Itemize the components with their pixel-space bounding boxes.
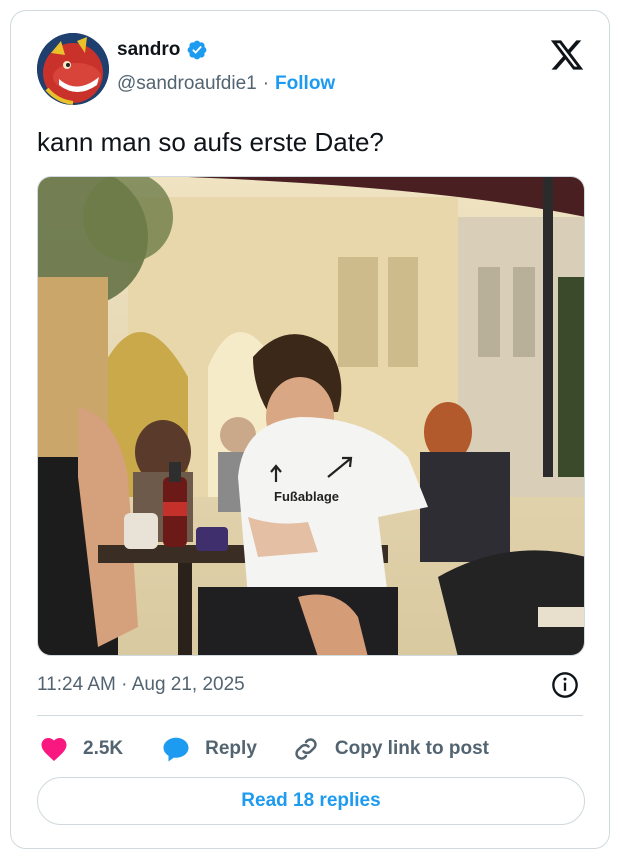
copy-link-label: Copy link to post [334,738,489,759]
reply-button[interactable]: Reply [161,734,257,764]
read-replies-button[interactable]: Read 18 replies [37,777,585,825]
handle-row: @sandroaufdie1 · Follow [117,73,335,95]
follow-button[interactable]: Follow [275,73,335,95]
handle-separator: · [262,73,270,94]
info-icon[interactable] [551,671,579,699]
action-bar: 2.5K Reply Copy link to post [37,733,489,765]
like-count: 2.5K [83,738,124,759]
heart-icon [41,738,67,761]
verified-badge-icon [187,40,207,60]
reply-bubble-icon [163,737,189,762]
tweet-card: sandro @sandroaufdie1 · Follow kann man … [10,10,610,849]
tweet-text: kann man so aufs erste Date? [37,127,384,157]
shirt-text: Fußablage [274,489,339,504]
copy-link-button[interactable]: Copy link to post [291,734,489,764]
link-icon [295,738,317,760]
tweet-timestamp[interactable]: 11:24 AM · Aug 21, 2025 [37,674,245,696]
tweet-photo[interactable]: Fußablage [37,176,585,656]
author-name-row: sandro [117,39,208,61]
like-button[interactable]: 2.5K [39,734,123,764]
reply-label: Reply [205,738,257,759]
x-logo-icon[interactable] [549,37,585,73]
display-name[interactable]: sandro [117,39,180,61]
divider [37,715,583,716]
avatar[interactable] [37,33,109,105]
handle[interactable]: @sandroaufdie1 [117,73,257,95]
